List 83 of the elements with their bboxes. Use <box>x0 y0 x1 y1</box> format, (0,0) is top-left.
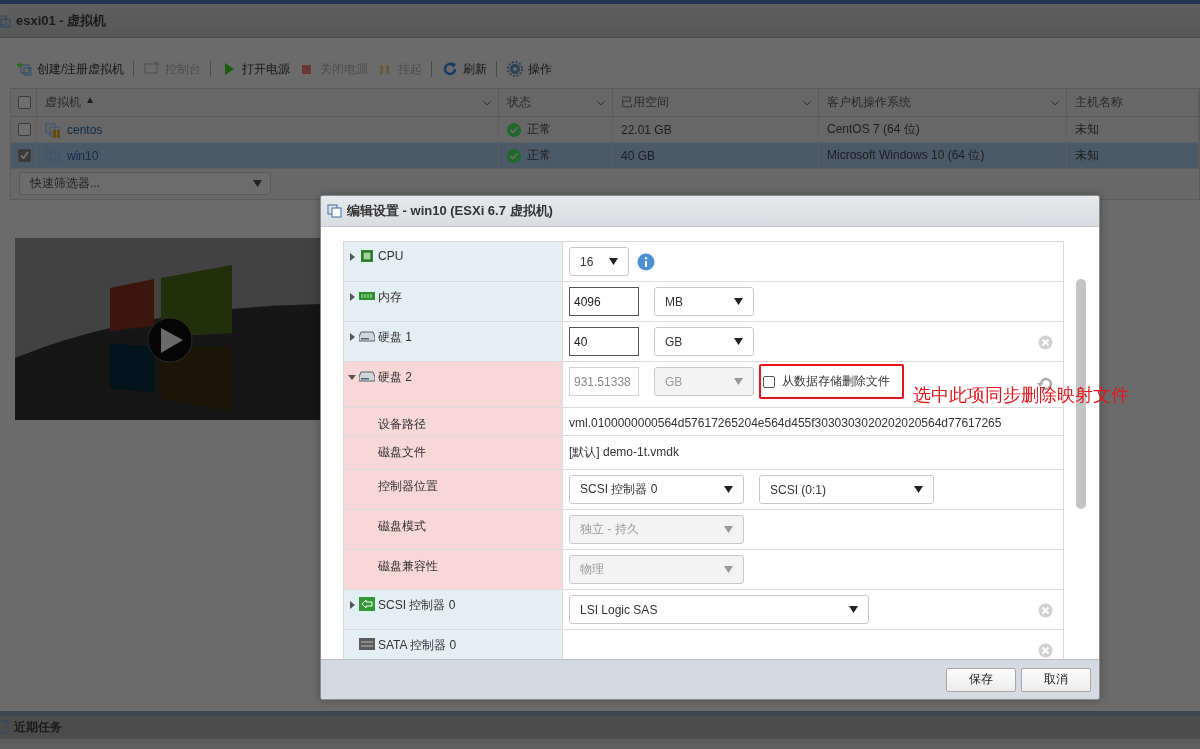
monitor-icon <box>144 61 161 77</box>
column-header[interactable]: 已用空间 <box>613 89 819 117</box>
toolbar-button[interactable]: 打开电源 <box>219 60 298 78</box>
vm-link[interactable]: win10 <box>67 148 99 163</box>
refresh-icon <box>442 61 459 77</box>
caret-icon <box>849 606 858 613</box>
vm-icon <box>327 203 343 219</box>
vm-icon <box>45 121 61 138</box>
property-label: 磁盘兼容性 <box>378 558 438 575</box>
value-text: vml.0100000000564d57617265204e564d455f3030303020202020564d77617265 <box>569 415 1002 430</box>
checkbox-option[interactable]: 从数据存储删除文件 <box>763 373 890 390</box>
caret-icon <box>734 338 743 345</box>
device-label: SATA 控制器 0 <box>378 637 457 654</box>
caret-icon <box>253 180 262 187</box>
vm-link[interactable]: centos <box>67 122 103 137</box>
clipboard-icon <box>0 720 10 734</box>
page-title: esxi01 - 虚拟机 <box>16 11 107 30</box>
expand-arrow-icon[interactable] <box>348 293 356 301</box>
device-label: SCSI 控制器 0 <box>378 597 456 614</box>
expand-arrow-icon[interactable] <box>348 333 356 341</box>
checkbox[interactable] <box>18 96 31 109</box>
dialog-button[interactable]: 保存 <box>946 667 1016 692</box>
property-label: 控制器位置 <box>378 478 438 495</box>
device-label: 硬盘 2 <box>378 369 412 386</box>
toolbar-button[interactable]: 创建/注册虚拟机 <box>14 60 132 78</box>
table-cell: Microsoft Windows 10 (64 位) <box>819 143 1067 169</box>
chevron-icon <box>1050 99 1060 106</box>
dialog-button[interactable]: 取消 <box>1021 667 1091 692</box>
checkbox[interactable] <box>763 375 775 388</box>
table-cell: CentOS 7 (64 位) <box>819 117 1067 143</box>
device-label: 硬盘 1 <box>378 329 412 346</box>
column-header[interactable]: 状态 <box>499 89 613 117</box>
expand-arrow-icon[interactable] <box>348 253 356 261</box>
caret-icon <box>609 258 618 265</box>
table-cell: 40 GB <box>613 143 819 169</box>
dropdown[interactable]: GB <box>654 327 754 356</box>
dropdown[interactable]: MB <box>654 287 754 316</box>
property-label: 磁盘模式 <box>378 518 426 535</box>
property-label: 设备路径 <box>378 416 426 433</box>
chevron-icon <box>596 99 606 106</box>
device-label: 内存 <box>378 289 402 306</box>
checkbox[interactable] <box>18 123 31 136</box>
chip-icon <box>359 249 375 263</box>
chevron-icon <box>802 99 812 106</box>
check-circle-icon <box>507 122 521 137</box>
column-header[interactable]: 客户机操作系统 <box>819 89 1067 117</box>
gear-icon <box>507 61 524 77</box>
table-cell: 22.01 GB <box>613 117 819 143</box>
caret-icon <box>914 486 923 493</box>
controller-icon <box>359 597 375 611</box>
device-label: CPU <box>378 249 404 263</box>
table-cell: 未知 <box>1067 117 1199 143</box>
vm-icon <box>0 13 12 28</box>
caret-icon <box>724 566 733 573</box>
dropdown[interactable]: LSI Logic SAS <box>569 595 869 624</box>
dialog-title: 编辑设置 - win10 (ESXi 6.7 虚拟机) <box>347 202 553 220</box>
table-cell: 未知 <box>1067 143 1199 169</box>
checkbox[interactable] <box>18 149 31 162</box>
expand-arrow-icon[interactable] <box>348 601 356 609</box>
add-vm-icon <box>16 61 32 77</box>
expand-arrow-icon[interactable] <box>348 373 356 381</box>
chevron-icon <box>482 99 492 106</box>
info-icon[interactable] <box>637 253 655 271</box>
toolbar-button[interactable]: 操作 <box>505 60 560 78</box>
sort-mark: ▲ <box>85 94 95 107</box>
property-label: 磁盘文件 <box>378 444 426 461</box>
caret-icon <box>734 378 743 385</box>
caret-icon <box>724 526 733 533</box>
dropdown[interactable]: 16 <box>569 247 629 276</box>
value-text: [默认] demo-1t.vmdk <box>569 444 680 461</box>
toolbar-button[interactable]: 刷新 <box>440 60 495 78</box>
caret-icon <box>724 486 733 493</box>
check-circle-icon <box>507 148 521 163</box>
status-text: 正常 <box>527 121 551 138</box>
input-field[interactable]: 4096 <box>569 287 639 316</box>
sata-icon <box>359 637 375 651</box>
quick-filter-dropdown[interactable]: 快速筛选器... <box>19 172 271 195</box>
caret-icon <box>734 298 743 305</box>
dropdown[interactable]: SCSI (0:1) <box>759 475 934 504</box>
input-field[interactable]: 40 <box>569 327 639 356</box>
memory-icon <box>359 289 375 303</box>
dropdown[interactable]: SCSI 控制器 0 <box>569 475 744 504</box>
status-text: 正常 <box>527 147 551 164</box>
